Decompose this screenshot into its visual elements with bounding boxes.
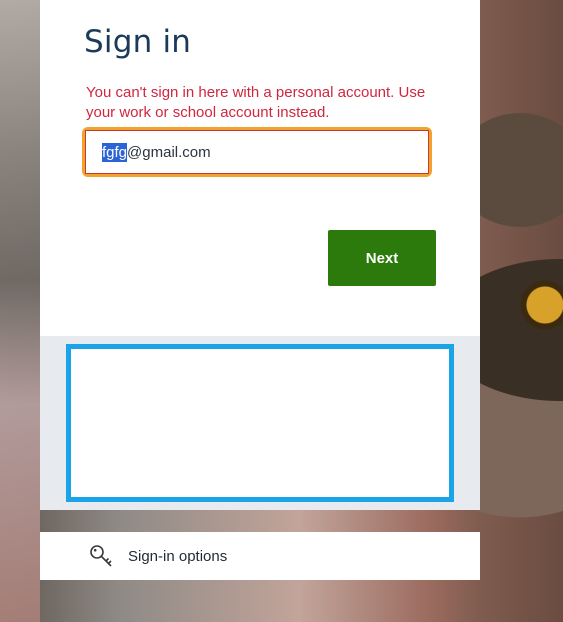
signin-options-row[interactable]: Sign-in options bbox=[40, 532, 480, 580]
embedded-frame[interactable] bbox=[66, 344, 454, 502]
page-title: Sign in bbox=[84, 24, 192, 60]
email-selected-text: fgfg bbox=[102, 142, 128, 162]
next-button[interactable]: Next bbox=[328, 230, 436, 286]
background-left-edge bbox=[0, 0, 40, 622]
key-icon bbox=[88, 543, 114, 569]
error-message: You can't sign in here with a personal a… bbox=[86, 84, 426, 121]
signin-options-label: Sign-in options bbox=[128, 547, 228, 565]
lower-panel bbox=[40, 336, 480, 510]
email-field-focus-ring: fgfg @gmail.com bbox=[82, 127, 432, 177]
email-field[interactable]: fgfg @gmail.com bbox=[85, 130, 429, 174]
email-rest-text: @gmail.com bbox=[127, 143, 211, 161]
signin-card: Sign in You can't sign in here with a pe… bbox=[40, 0, 480, 336]
